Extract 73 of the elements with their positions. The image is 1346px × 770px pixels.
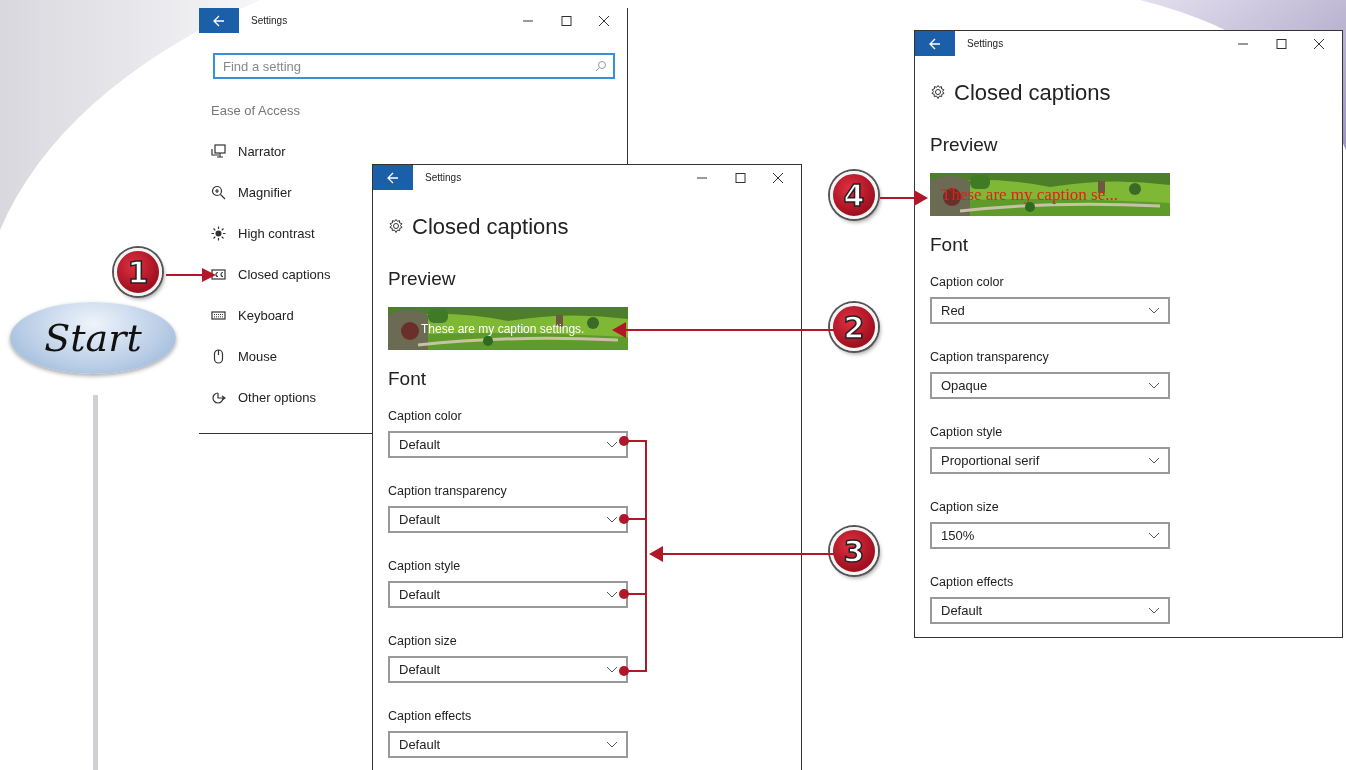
dropdown[interactable]: Default xyxy=(388,431,628,458)
setting-label: Caption transparency xyxy=(930,349,1050,366)
magnifier-icon xyxy=(211,185,226,200)
section-label: Ease of Access xyxy=(211,102,301,120)
setting-label: Caption color xyxy=(388,408,463,425)
keyboard-icon xyxy=(211,308,226,323)
menu-item[interactable]: Closed captions xyxy=(199,254,331,295)
menu-item[interactable]: Keyboard xyxy=(199,295,294,336)
maximize-icon xyxy=(558,14,574,27)
mouse-icon xyxy=(211,349,226,364)
close-icon xyxy=(1311,37,1327,50)
section-heading: Font xyxy=(388,367,428,391)
search-icon xyxy=(595,60,607,72)
page-heading: Closed captions xyxy=(412,212,569,241)
chevron-down-icon xyxy=(606,740,618,749)
back-arrow-icon xyxy=(212,14,226,27)
maximize-icon xyxy=(1273,37,1289,50)
gear-icon xyxy=(930,84,946,100)
setting-label: Caption transparency xyxy=(388,483,508,500)
setting-label: Caption effects xyxy=(930,574,1015,591)
menu-item[interactable]: Mouse xyxy=(199,336,278,377)
setting-label: Caption style xyxy=(388,558,462,575)
callout-arrow xyxy=(880,190,928,206)
setting-label: Caption size xyxy=(388,633,458,650)
chevron-down-icon xyxy=(606,665,618,674)
dropdown[interactable]: Default xyxy=(930,597,1170,624)
back-button[interactable] xyxy=(199,8,239,33)
chevron-down-icon xyxy=(1148,606,1160,615)
monitor-icon xyxy=(211,144,226,159)
chevron-down-icon xyxy=(1148,306,1160,315)
sun-icon xyxy=(211,226,226,241)
dropdown[interactable]: Opaque xyxy=(930,372,1170,399)
section-heading: Preview xyxy=(930,133,999,157)
dropdown[interactable]: 150% xyxy=(930,522,1170,549)
captions-icon xyxy=(211,267,226,282)
close-icon xyxy=(770,171,786,184)
chevron-down-icon xyxy=(1148,531,1160,540)
chevron-down-icon xyxy=(1148,456,1160,465)
dropdown[interactable]: Red xyxy=(930,297,1170,324)
menu-item[interactable]: High contrast xyxy=(199,213,315,254)
menu-item[interactable]: Other options xyxy=(199,377,317,418)
menu-item[interactable]: Magnifier xyxy=(199,172,292,213)
page-heading: Closed captions xyxy=(954,78,1111,107)
close-icon xyxy=(596,14,612,27)
chevron-down-icon xyxy=(1148,381,1160,390)
search-field[interactable]: Find a setting xyxy=(213,53,615,79)
back-button[interactable] xyxy=(915,31,955,56)
window-title: Settings xyxy=(251,14,288,28)
chevron-down-icon xyxy=(606,440,618,449)
back-arrow-icon xyxy=(386,171,400,184)
caption-preview-text: These are my caption settings. xyxy=(421,320,585,338)
chevron-down-icon xyxy=(606,515,618,524)
setting-label: Caption style xyxy=(930,424,1004,441)
setting-label: Caption effects xyxy=(388,708,473,725)
dropdown[interactable]: Proportional serif xyxy=(930,447,1170,474)
clock-arrow-icon xyxy=(211,390,226,405)
setting-label: Caption color xyxy=(930,274,1005,291)
dropdown[interactable]: Default xyxy=(388,506,628,533)
dropdown[interactable]: Default xyxy=(388,656,628,683)
section-heading: Font xyxy=(930,233,970,257)
maximize-icon xyxy=(732,171,748,184)
window-title: Settings xyxy=(967,37,1004,51)
back-arrow-icon xyxy=(928,37,942,50)
dropdown[interactable]: Default xyxy=(388,731,628,758)
dropdown[interactable]: Default xyxy=(388,581,628,608)
menu-item[interactable]: Narrator xyxy=(199,131,286,172)
section-heading: Preview xyxy=(388,267,457,291)
gear-icon xyxy=(388,218,404,234)
callout-arrow xyxy=(166,268,216,282)
chevron-down-icon xyxy=(606,590,618,599)
window-title: Settings xyxy=(425,171,462,185)
setting-label: Caption size xyxy=(930,499,1000,516)
back-button[interactable] xyxy=(373,165,413,190)
